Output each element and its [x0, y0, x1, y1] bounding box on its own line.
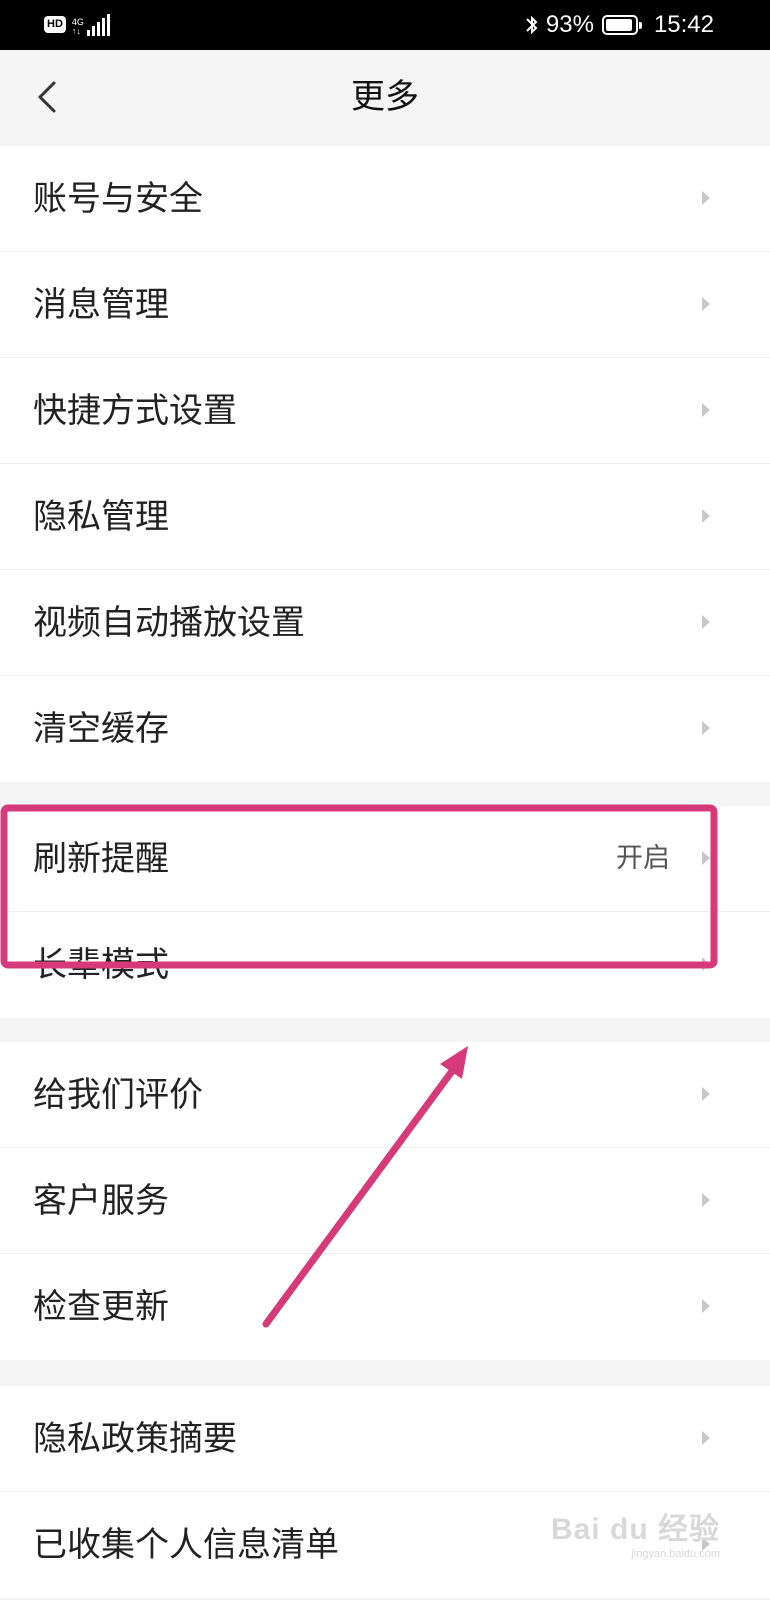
chevron-right-icon — [702, 1299, 710, 1313]
chevron-right-icon — [702, 615, 710, 629]
clock: 15:42 — [653, 11, 714, 38]
signal-icon: 4G ↑↓ — [72, 12, 110, 36]
settings-group-general: 账号与安全 消息管理 快捷方式设置 隐私管理 视频自动播放设置 清空缓存 — [0, 146, 770, 782]
settings-group-support: 给我们评价 客户服务 检查更新 — [0, 1042, 770, 1360]
menu-item-label: 快捷方式设置 — [33, 391, 237, 431]
chevron-right-icon — [702, 403, 710, 417]
menu-item-clear-cache[interactable]: 清空缓存 — [0, 676, 770, 782]
page-title: 更多 — [351, 77, 419, 117]
menu-item-message-management[interactable]: 消息管理 — [0, 252, 770, 358]
hd-icon: HD — [44, 15, 66, 33]
chevron-right-icon — [702, 1087, 710, 1101]
menu-item-rate-us[interactable]: 给我们评价 — [0, 1042, 770, 1148]
status-bar: HD 4G ↑↓ 93% 15:42 — [0, 0, 770, 50]
chevron-right-icon — [702, 957, 710, 971]
settings-group-mode: 刷新提醒 开启 长辈模式 — [0, 806, 770, 1018]
menu-item-label: 清空缓存 — [33, 709, 169, 749]
menu-item-refresh-reminder[interactable]: 刷新提醒 开启 — [0, 806, 770, 912]
bluetooth-icon — [526, 15, 538, 35]
menu-item-account-security[interactable]: 账号与安全 — [0, 146, 770, 252]
battery-icon — [601, 15, 642, 35]
menu-item-label: 账号与安全 — [33, 179, 203, 219]
status-left: HD 4G ↑↓ — [44, 12, 110, 36]
battery-fill — [605, 19, 632, 31]
network-arrows: ↑↓ — [71, 26, 81, 36]
menu-item-label: 检查更新 — [33, 1287, 169, 1327]
menu-item-video-autoplay[interactable]: 视频自动播放设置 — [0, 570, 770, 676]
chevron-right-icon — [702, 1193, 710, 1207]
menu-item-label: 隐私管理 — [33, 497, 169, 537]
menu-item-label: 隐私政策摘要 — [33, 1419, 237, 1459]
settings-group-privacy: 隐私政策摘要 已收集个人信息清单 — [0, 1386, 770, 1598]
chevron-right-icon — [702, 509, 710, 523]
menu-item-value: 开启 — [616, 843, 670, 874]
nav-header: 更多 — [0, 50, 770, 144]
chevron-right-icon — [702, 297, 710, 311]
chevron-right-icon — [702, 851, 710, 865]
menu-item-check-update[interactable]: 检查更新 — [0, 1254, 770, 1360]
menu-item-privacy-management[interactable]: 隐私管理 — [0, 464, 770, 570]
menu-item-shortcut-settings[interactable]: 快捷方式设置 — [0, 358, 770, 464]
menu-item-label: 刷新提醒 — [33, 839, 169, 879]
menu-item-label: 长辈模式 — [33, 945, 169, 985]
menu-item-label: 给我们评价 — [33, 1075, 203, 1115]
chevron-right-icon — [702, 1431, 710, 1445]
chevron-right-icon — [702, 191, 710, 205]
battery-percent: 93% — [545, 11, 594, 38]
menu-item-customer-service[interactable]: 客户服务 — [0, 1148, 770, 1254]
menu-item-label: 消息管理 — [33, 285, 169, 325]
chevron-right-icon — [702, 721, 710, 735]
status-right: 93% 15:42 — [524, 10, 714, 40]
menu-item-label: 客户服务 — [33, 1181, 169, 1221]
menu-item-label: 已收集个人信息清单 — [33, 1525, 339, 1565]
baidu-jingyan-watermark: Bai du 经验 jingyan.baidu.com — [550, 1513, 720, 1560]
menu-item-label: 视频自动播放设置 — [33, 603, 305, 643]
menu-item-elder-mode[interactable]: 长辈模式 — [0, 912, 770, 1018]
menu-item-privacy-summary[interactable]: 隐私政策摘要 — [0, 1386, 770, 1492]
